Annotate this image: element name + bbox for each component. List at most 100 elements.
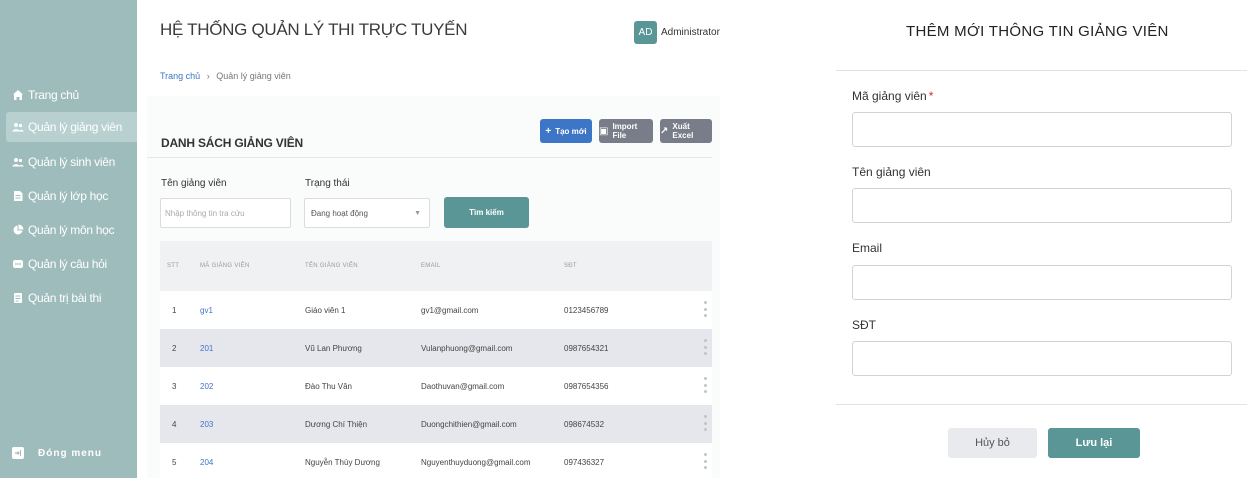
breadcrumb: Trang chủ › Quản lý giảng viên — [160, 71, 291, 81]
add-teacher-modal — [836, 0, 1247, 478]
cell-phone: 0123456789 — [564, 306, 609, 315]
search-button[interactable]: Tìm kiếm — [444, 197, 529, 228]
cell-code-link[interactable]: 201 — [200, 344, 213, 353]
cancel-button[interactable]: Hủy bỏ — [948, 428, 1037, 458]
table-row[interactable]: 3 202 Đào Thu Vân Daothuvan@gmail.com 09… — [160, 367, 712, 405]
sidebar-item-label: Trang chủ — [28, 88, 79, 102]
sidebar-item-label: Quản lý câu hỏi — [28, 257, 107, 271]
sidebar: Trang chủ Quản lý giảng viên Quản lý sin… — [0, 0, 137, 478]
cell-phone: 098674532 — [564, 420, 605, 429]
import-button-label: Import File — [612, 122, 638, 140]
breadcrumb-home-link[interactable]: Trang chủ — [160, 71, 200, 81]
cell-email: Duongchithien@gmail.com — [421, 420, 517, 429]
row-menu-icon[interactable] — [704, 339, 708, 355]
cell-code-link[interactable]: 202 — [200, 382, 213, 391]
phone-label: SĐT — [852, 318, 876, 332]
plus-icon: + — [545, 125, 552, 137]
teacher-code-input[interactable] — [852, 112, 1232, 147]
table-row[interactable]: 1 gv1 Giáo viên 1 gv1@gmail.com 01234567… — [160, 291, 712, 329]
row-menu-icon[interactable] — [704, 301, 708, 317]
email-label: Email — [852, 241, 883, 255]
export-excel-button[interactable]: ↗ Xuất Excel — [660, 119, 712, 143]
create-button-label: Tạo mới — [555, 126, 587, 136]
export-button-label: Xuất Excel — [672, 122, 694, 140]
cell-email: gv1@gmail.com — [421, 306, 479, 315]
sidebar-item-classes[interactable]: Quản lý lớp học — [6, 181, 137, 211]
chevron-down-icon: ▼ — [414, 210, 421, 217]
document-icon — [12, 190, 24, 202]
email-input[interactable] — [852, 265, 1232, 300]
row-menu-icon[interactable] — [704, 377, 708, 393]
upload-icon: ▣ — [599, 125, 609, 137]
import-file-button[interactable]: ▣ Import File — [599, 119, 653, 143]
export-icon: ↗ — [660, 125, 669, 137]
sidebar-item-label: Quản lý giảng viên — [28, 120, 122, 134]
cell-email: Daothuvan@gmail.com — [421, 382, 505, 391]
cell-code-link[interactable]: 203 — [200, 420, 213, 429]
list-title: DANH SÁCH GIẢNG VIÊN — [161, 136, 304, 150]
cell-name: Đào Thu Vân — [305, 382, 352, 391]
cell-code-link[interactable]: gv1 — [200, 306, 213, 315]
cell-code-link[interactable]: 204 — [200, 458, 213, 467]
sidebar-item-teachers[interactable]: Quản lý giảng viên — [6, 112, 137, 142]
modal-header-divider — [836, 70, 1247, 71]
teacher-code-label-text: Mã giảng viên — [852, 89, 927, 103]
home-icon — [12, 89, 24, 101]
cell-stt: 4 — [172, 420, 177, 429]
app-title: HỆ THỐNG QUẢN LÝ THI TRỰC TUYẾN — [160, 20, 468, 39]
cell-name: Nguyễn Thùy Dương — [305, 458, 380, 467]
sidebar-item-label: Quản lý môn học — [28, 223, 115, 237]
status-filter-label: Trạng thái — [305, 178, 350, 189]
column-header-stt: STT — [167, 263, 180, 269]
cell-name: Giáo viên 1 — [305, 306, 346, 315]
close-menu-button[interactable]: Đóng menu — [12, 447, 102, 459]
sidebar-item-subjects[interactable]: Quản lý môn học — [6, 215, 137, 245]
file-icon — [12, 292, 24, 304]
table-row[interactable]: 2 201 Vũ Lan Phương Vulanphuong@gmail.co… — [160, 329, 712, 367]
row-menu-icon[interactable] — [704, 415, 708, 431]
teacher-name-input[interactable] — [852, 188, 1232, 223]
table-row[interactable]: 5 204 Nguyễn Thùy Dương Nguyenthuyduong@… — [160, 443, 712, 478]
cell-stt: 5 — [172, 458, 177, 467]
cell-name: Dương Chí Thiện — [305, 420, 368, 429]
search-input[interactable] — [160, 198, 291, 228]
chat-icon — [12, 258, 24, 270]
column-header-phone: SĐT — [564, 263, 577, 269]
table-row[interactable]: 4 203 Dương Chí Thiện Duongchithien@gmai… — [160, 405, 712, 443]
sidebar-item-students[interactable]: Quản lý sinh viên — [6, 147, 137, 177]
user-name[interactable]: Administrator — [661, 27, 720, 38]
teacher-code-label: Mã giảng viên * — [852, 89, 933, 103]
row-menu-icon[interactable] — [704, 453, 708, 469]
sidebar-item-home[interactable]: Trang chủ — [6, 80, 137, 110]
sidebar-item-exams[interactable]: Quản trị bài thi — [6, 283, 137, 313]
status-select-value: Đang hoạt động — [311, 208, 368, 218]
cell-phone: 097436327 — [564, 458, 605, 467]
cell-phone: 0987654356 — [564, 382, 609, 391]
modal-title: THÊM MỚI THÔNG TIN GIẢNG VIÊN — [906, 23, 1169, 40]
header-divider — [147, 157, 712, 158]
cell-email: Nguyenthuyduong@gmail.com — [421, 458, 531, 467]
required-marker: * — [928, 89, 934, 103]
name-filter-label: Tên giảng viên — [161, 178, 227, 189]
close-menu-label: Đóng menu — [38, 447, 102, 459]
cell-name: Vũ Lan Phương — [305, 344, 362, 353]
cell-phone: 0987654321 — [564, 344, 609, 353]
app-window: Trang chủ Quản lý giảng viên Quản lý sin… — [0, 0, 720, 478]
phone-input[interactable] — [852, 341, 1232, 376]
logout-icon — [12, 447, 24, 459]
cell-stt: 2 — [172, 344, 177, 353]
sidebar-item-label: Quản lý lớp học — [28, 189, 109, 203]
sidebar-item-questions[interactable]: Quản lý câu hỏi — [6, 249, 137, 279]
teacher-name-label: Tên giảng viên — [852, 165, 931, 179]
avatar[interactable]: AD — [634, 21, 657, 44]
cell-stt: 1 — [172, 306, 177, 315]
cell-email: Vulanphuong@gmail.com — [421, 344, 513, 353]
save-button[interactable]: Lưu lại — [1048, 428, 1140, 458]
breadcrumb-separator: › — [206, 71, 210, 81]
create-button[interactable]: + Tạo mới — [540, 119, 592, 143]
modal-footer-divider — [836, 404, 1247, 405]
sidebar-item-label: Quản lý sinh viên — [28, 155, 115, 169]
users-icon — [12, 121, 24, 133]
cell-stt: 3 — [172, 382, 177, 391]
status-select[interactable]: Đang hoạt động ▼ — [304, 198, 430, 228]
